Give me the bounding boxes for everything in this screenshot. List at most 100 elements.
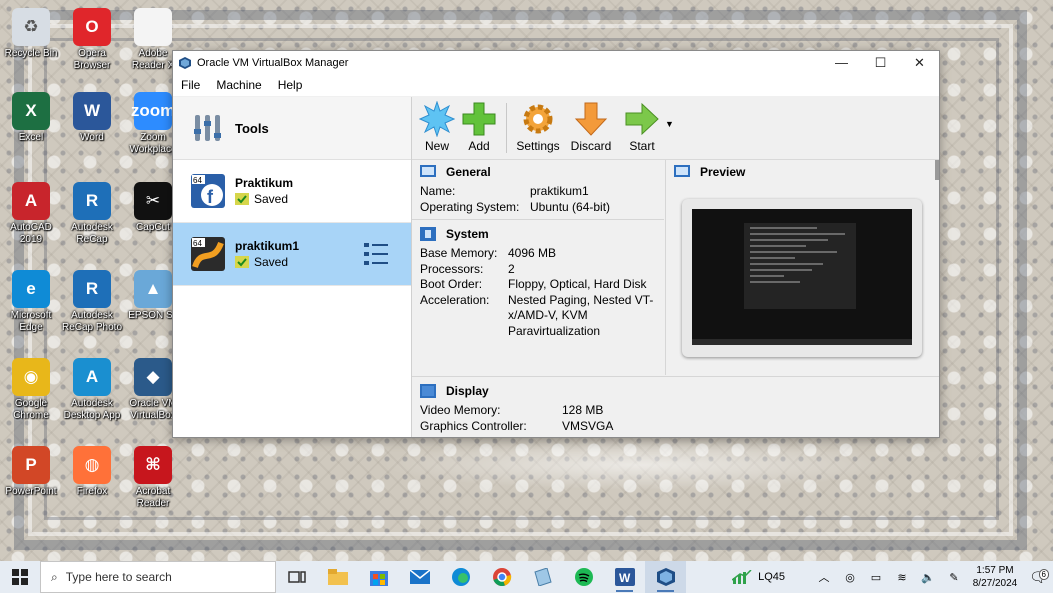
general-monitor-icon[interactable]	[420, 165, 436, 179]
stock-chart-icon	[732, 570, 752, 584]
vm-name: Praktikum	[235, 176, 294, 190]
clock-date: 8/27/2024	[972, 578, 1018, 589]
menu-help[interactable]: Help	[270, 78, 311, 92]
app-icon: zoom	[131, 92, 175, 130]
preview-screen-frame	[682, 199, 922, 357]
display-title[interactable]: Display	[446, 384, 489, 398]
virtualbox-taskbar-icon[interactable]	[645, 561, 686, 593]
desktop-icon-autodesk-recap-photo[interactable]: R Autodesk ReCap Photo	[61, 270, 123, 334]
add-label: Add	[468, 139, 490, 153]
app-icon: ♻	[12, 8, 50, 46]
add-plus-icon	[462, 102, 496, 136]
desktop-icon-word[interactable]: W Word	[61, 92, 123, 144]
desktop-icon-excel[interactable]: X Excel	[0, 92, 62, 144]
file-explorer-icon[interactable]	[317, 561, 358, 593]
desktop-icon-opera-browser[interactable]: O Opera Browser	[61, 8, 123, 72]
preview-monitor-icon[interactable]	[674, 165, 690, 179]
add-button[interactable]: Add	[456, 97, 502, 159]
menu-file[interactable]: File	[173, 78, 208, 92]
battery-icon[interactable]: ▭	[863, 571, 889, 584]
minimize-button[interactable]: —	[822, 51, 861, 74]
word-taskbar-icon[interactable]: W	[604, 561, 645, 593]
desktop-icon-label: Google Chrome	[13, 398, 49, 421]
spotify-icon[interactable]	[563, 561, 604, 593]
tools-item[interactable]: Tools	[173, 97, 411, 160]
microsoft-store-icon[interactable]	[358, 561, 399, 593]
desktop-icon-powerpoint[interactable]: P PowerPoint	[0, 446, 62, 498]
system-title[interactable]: System	[446, 227, 489, 241]
desktop-icon-label: Firefox	[76, 486, 108, 497]
fedora-os-icon: f 64	[191, 174, 225, 208]
desktop-icon-label: Word	[80, 132, 104, 143]
new-starburst-icon	[419, 101, 455, 137]
taskbar-search-box[interactable]: ⌕ Type here to search	[40, 561, 276, 593]
wifi-icon[interactable]: ≋	[889, 571, 915, 584]
pen-icon[interactable]: ✎	[941, 571, 967, 584]
app-icon: ✂	[134, 182, 172, 220]
tools-label: Tools	[235, 120, 269, 136]
terminal-window-thumbnail	[744, 223, 856, 309]
wallpaper-medallion	[380, 440, 900, 490]
edge-icon[interactable]	[440, 561, 481, 593]
window-title: Oracle VM VirtualBox Manager	[197, 56, 349, 69]
app-icon: ◆	[134, 358, 172, 396]
chevron-up-icon[interactable]: ︿	[811, 569, 837, 585]
notification-center-icon[interactable]: 🗨 6	[1023, 568, 1053, 586]
task-view-icon[interactable]	[276, 561, 317, 593]
maximize-button[interactable]: ☐	[861, 51, 900, 74]
desktop-icon-autodesk-desktop-app[interactable]: A Autodesk Desktop App	[61, 358, 123, 422]
desktop-icon-recycle-bin[interactable]: ♻ Recycle Bin	[0, 8, 62, 60]
system-processors-value: 2	[508, 261, 515, 276]
title-bar[interactable]: Oracle VM VirtualBox Manager — ☐ ✕	[173, 51, 939, 74]
system-section: System Base Memory: 4096 MB Processors: 2 …	[412, 222, 664, 343]
app-icon: W	[73, 92, 111, 130]
app-icon: e	[12, 270, 50, 308]
meet-now-icon[interactable]: ◎	[837, 571, 863, 584]
vm-details-menu-icon[interactable]	[363, 241, 389, 267]
start-arrow-right-icon	[625, 102, 659, 136]
mail-icon[interactable]	[399, 561, 440, 593]
desktop-icon-label: Opera Browser	[73, 48, 111, 71]
display-monitor-icon[interactable]	[420, 384, 436, 398]
desktop-icon-google-chrome[interactable]: ◉ Google Chrome	[0, 358, 62, 422]
preview-title[interactable]: Preview	[700, 165, 745, 179]
settings-button[interactable]: Settings	[513, 97, 563, 159]
desktop-icon-microsoft-edge[interactable]: e Microsoft Edge	[0, 270, 62, 334]
menu-machine[interactable]: Machine	[208, 78, 269, 92]
start-dropdown-chevron-down-icon[interactable]: ▼	[665, 97, 679, 159]
desktop-icon-acrobat-reader[interactable]: ⌘ Acrobat Reader	[122, 446, 184, 510]
tools-icon	[194, 115, 221, 141]
virtualbox-app-icon	[179, 56, 191, 69]
close-button[interactable]: ✕	[900, 51, 939, 74]
desktop-icon-firefox[interactable]: ◍ Firefox	[61, 446, 123, 498]
vm-item-praktikum[interactable]: f 64 Praktikum Saved	[173, 160, 411, 223]
system-boot-value: Floppy, Optical, Hard Disk	[508, 277, 647, 291]
desktop-icon-autodesk-recap[interactable]: R Autodesk ReCap	[61, 182, 123, 246]
chrome-icon[interactable]	[481, 561, 522, 593]
app-icon: R	[73, 182, 111, 220]
stock-widget[interactable]: LQ45	[732, 570, 785, 584]
system-boot-key: Boot Order:	[420, 277, 483, 291]
display-section: Display Video Memory: 128 MB Graphics Con…	[412, 376, 939, 437]
settings-label: Settings	[516, 139, 560, 153]
clock[interactable]: 1:57 PM 8/27/2024	[967, 564, 1023, 590]
system-accel-key: Acceleration:	[420, 292, 490, 307]
start-button[interactable]: Start	[619, 97, 665, 159]
details-scrollbar[interactable]	[935, 160, 939, 180]
system-chip-icon[interactable]	[420, 227, 436, 241]
general-title[interactable]: General	[446, 165, 491, 179]
new-button[interactable]: New	[414, 97, 460, 159]
volume-icon[interactable]: 🔈	[915, 571, 941, 584]
vm-screen-thumbnail	[692, 209, 912, 345]
discard-button[interactable]: Discard	[563, 97, 619, 159]
start-button-windows[interactable]	[0, 561, 40, 593]
desktop-icon-autocad-2019[interactable]: A AutoCAD 2019	[0, 182, 62, 246]
display-vram-value: 128 MB	[562, 403, 604, 417]
clock-time: 1:57 PM	[976, 565, 1014, 576]
saved-state-icon	[235, 193, 249, 205]
system-memory-value: 4096 MB	[508, 246, 557, 260]
notepad-icon[interactable]	[522, 561, 563, 593]
vm-item-praktikum1[interactable]: 64 praktikum1 Saved	[173, 223, 411, 286]
preview-pane: Preview	[665, 160, 939, 375]
desktop-icon-label: AutoCAD 2019	[10, 222, 52, 245]
